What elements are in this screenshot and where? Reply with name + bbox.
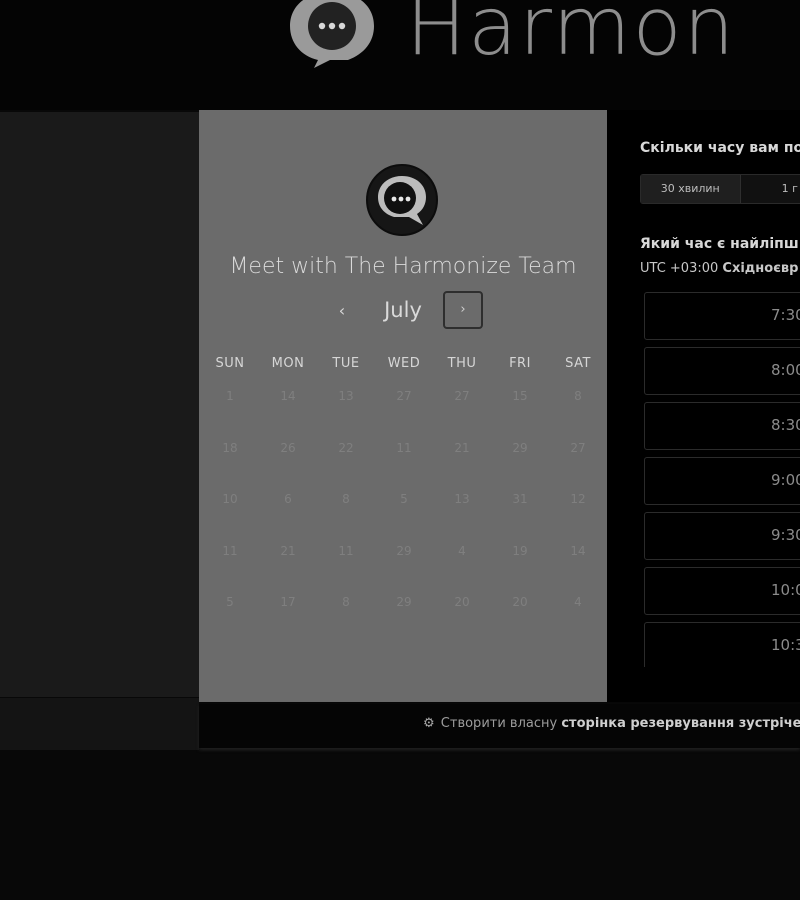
time-slot-label: 10:0 [771,581,800,599]
calendar-day: 1 [226,389,234,403]
weekday-label: THU [447,356,477,371]
calendar-day: 20 [454,595,470,609]
calendar-day: 27 [454,389,470,403]
timezone-label[interactable]: UTC +03:00 Східноєвр [640,261,798,276]
chevron-left-icon: ‹ [338,301,346,320]
calendar-day: 12 [570,492,586,506]
booking-panel: Скільки часу вам по 30 хвилин 1 г Який ч… [607,110,800,702]
time-slot[interactable]: 7:30 [644,292,800,340]
calendar-day: 5 [226,595,234,609]
time-slot-label: 9:00 [771,471,800,489]
time-slot[interactable]: 10:0 [644,567,800,615]
calendar-day: 4 [574,595,582,609]
hubspot-sprocket-icon: ⚙ [423,716,435,731]
calendar-day: 29 [396,595,412,609]
calendar-day: 21 [454,440,470,455]
calendar-week: 10 6 8 5 13 31 12 [201,492,607,544]
chevron-right-icon: › [460,302,466,317]
time-slot[interactable]: 9:30 [644,512,800,560]
calendar-day: 13 [338,389,354,403]
month-label: July [384,298,422,322]
time-slot-label: 8:30 [771,416,800,434]
duration-option-30min[interactable]: 30 хвилин [641,175,741,203]
weekday-label: SUN [215,356,245,371]
chat-bubble-logo-icon [290,0,374,68]
calendar-day: 29 [396,543,412,558]
time-slot[interactable]: 9:00 [644,457,800,505]
time-slot[interactable]: 10:3 [644,622,800,667]
calendar-day: 20 [512,595,528,609]
calendar-day: 11 [396,440,412,455]
time-slot[interactable]: 8:30 [644,402,800,450]
calendar-week: 18 26 22 11 21 29 27 [201,441,607,493]
calendar-day: 18 [222,440,238,455]
calendar-day: 5 [400,492,408,506]
calendar-day: 27 [570,440,586,455]
time-slot-label: 8:00 [771,361,800,379]
calendar-day: 21 [280,543,296,558]
footer-bar: ⚙ Створити власну сторінка резервування … [199,704,800,748]
calendar-week: 5 17 8 29 20 20 4 [201,595,607,647]
side-panel [0,112,199,697]
calendar-day: 11 [338,543,354,558]
timezone-offset: UTC +03:00 [640,261,719,276]
calendar-day: 4 [458,543,466,558]
calendar-grid: 1 14 13 27 27 15 8 18 26 22 11 21 29 27 … [201,389,607,647]
time-slot[interactable]: 8:00 [644,347,800,395]
calendar-week: 1 14 13 27 27 15 8 [201,389,607,441]
site-header: Harmon [0,0,800,110]
calendar-day: 8 [574,389,582,403]
duration-option-1h[interactable]: 1 г [741,175,800,203]
calendar-day: 15 [512,389,528,403]
calendar-panel: Meet with The Harmonize Team ‹ July › SU… [199,110,607,702]
footer-prefix: Створити власну [440,716,558,731]
previous-month-button[interactable]: ‹ [327,296,357,326]
time-slot-list[interactable]: 7:30 8:00 8:30 9:00 9:30 10:0 10:3 [644,292,800,667]
next-month-button[interactable]: › [443,291,483,329]
calendar-day: 8 [342,595,350,609]
calendar-day: 13 [454,492,470,506]
weekday-label: MON [271,356,305,371]
weekday-header: SUN MON TUE WED THU FRI SAT [201,356,607,371]
duration-question: Скільки часу вам по [640,140,800,156]
time-slot-label: 9:30 [771,526,800,544]
calendar-day: 14 [280,389,296,403]
calendar-week: 11 21 11 29 4 19 14 [201,544,607,596]
calendar-day: 29 [512,440,528,455]
weekday-label: SAT [565,356,591,371]
calendar-day: 6 [284,492,292,506]
calendar-day: 26 [280,440,296,455]
calendar-day: 19 [512,543,528,558]
weekday-label: WED [387,356,421,371]
create-booking-page-link[interactable]: ⚙ Створити власну сторінка резервування … [423,716,800,731]
time-question: Який час є найліпш [640,236,799,252]
calendar-day: 31 [512,492,528,506]
side-strip [0,698,199,750]
calendar-day: 8 [342,492,350,506]
meeting-title: Meet with The Harmonize Team [229,254,577,279]
weekday-label: TUE [332,356,360,371]
footer-link-text: сторінка резервування зустрічей [561,716,800,731]
calendar-day: 27 [396,389,412,403]
calendar-day: 11 [222,543,238,558]
time-slot-label: 7:30 [771,306,800,324]
team-chat-logo-icon [366,164,438,236]
calendar-day: 10 [222,492,238,506]
time-slot-label: 10:3 [771,636,800,654]
calendar-day: 22 [338,440,354,455]
timezone-name: Східноєвр [722,261,799,276]
weekday-label: FRI [509,356,531,371]
calendar-day: 17 [280,595,296,609]
brand-name: Harmon [406,0,737,73]
calendar-day: 14 [570,543,586,558]
duration-selector: 30 хвилин 1 г [640,174,800,204]
